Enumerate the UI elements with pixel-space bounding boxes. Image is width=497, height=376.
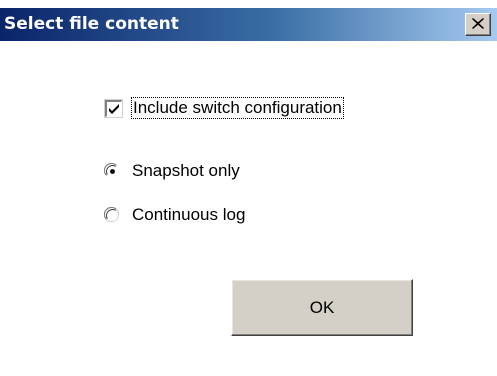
radio-continuous-log-label[interactable]: Continuous log xyxy=(132,205,245,225)
dialog-title-bar[interactable]: Select file content xyxy=(0,8,497,41)
include-switch-configuration-checkbox[interactable] xyxy=(104,98,123,118)
screen: Select file content Include switch confi… xyxy=(0,0,497,376)
radio-snapshot-only-label[interactable]: Snapshot only xyxy=(132,161,240,181)
include-switch-configuration-option[interactable]: Include switch configuration xyxy=(104,97,344,119)
ok-button[interactable]: OK xyxy=(231,279,413,336)
radio-button-selected[interactable] xyxy=(103,162,121,180)
checkmark-icon xyxy=(109,103,119,114)
radio-selected-icon xyxy=(103,162,120,178)
radio-button-unselected[interactable] xyxy=(103,206,121,224)
radio-snapshot-only[interactable]: Snapshot only xyxy=(103,160,240,182)
close-icon xyxy=(472,16,484,34)
dialog-title: Select file content xyxy=(4,14,179,34)
close-button[interactable] xyxy=(465,13,491,36)
radio-continuous-log[interactable]: Continuous log xyxy=(103,204,245,226)
include-switch-configuration-label[interactable]: Include switch configuration xyxy=(131,97,344,119)
radio-unselected-icon xyxy=(103,206,120,222)
